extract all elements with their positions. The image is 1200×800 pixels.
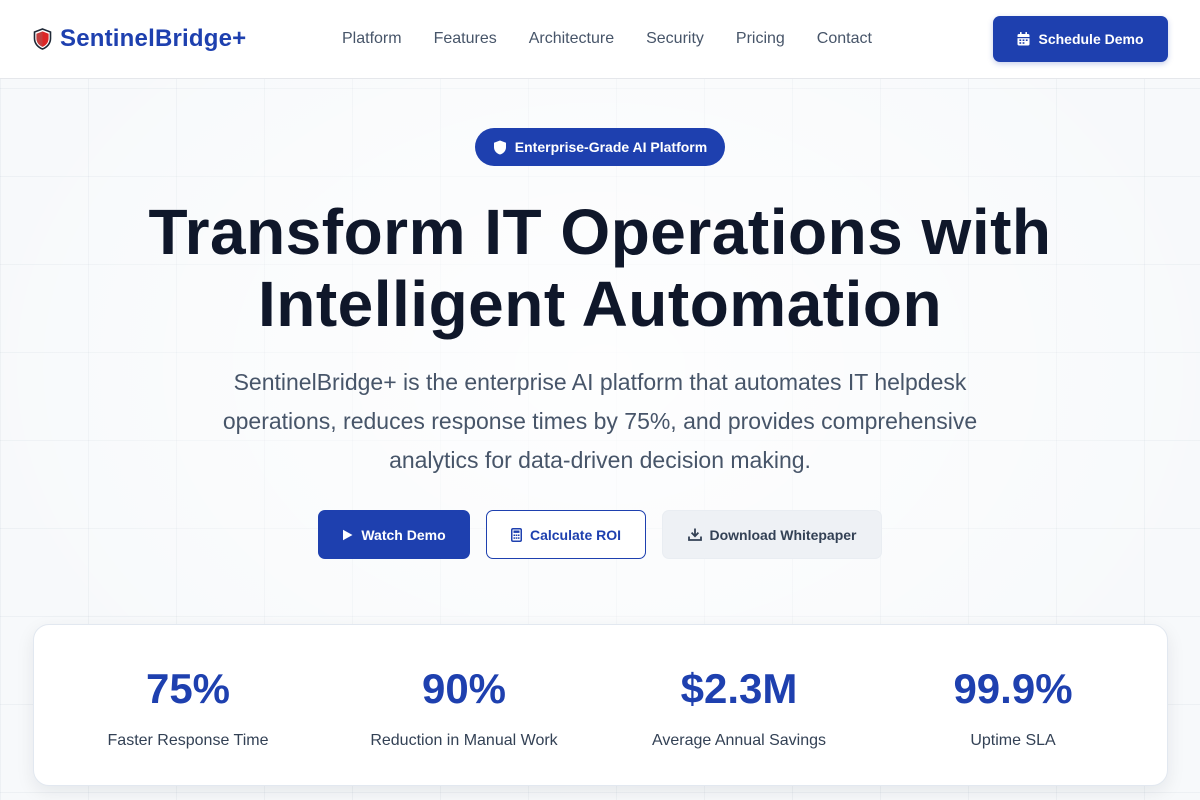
stat-value: 75% <box>145 665 231 712</box>
nav-item-contact[interactable]: Contact <box>817 28 872 50</box>
top-navigation-bar: SentinelBridge+ Platform Features Archit… <box>0 0 1200 79</box>
nav-item-features[interactable]: Features <box>434 28 497 50</box>
download-icon <box>687 528 702 541</box>
stat-label: Reduction in Manual Work <box>370 732 558 749</box>
headline-line-2: Intelligent Automation <box>257 268 943 340</box>
badge-label: Enterprise-Grade AI Platform <box>514 139 708 155</box>
schedule-demo-label: Schedule Demo <box>1038 31 1144 47</box>
shield-icon <box>33 28 52 50</box>
calculate-roi-label: Calculate ROI <box>529 526 622 543</box>
download-whitepaper-button[interactable]: Download Whitepaper <box>662 510 882 559</box>
calculator-icon <box>510 527 522 542</box>
watch-demo-label: Watch Demo <box>361 526 446 543</box>
stat-value: 99.9% <box>953 665 1073 712</box>
download-whitepaper-label: Download Whitepaper <box>709 526 857 543</box>
stat-value: $2.3M <box>680 665 798 712</box>
platform-badge: Enterprise-Grade AI Platform <box>475 128 725 166</box>
hero-actions: Watch Demo Calculate ROI Download Whitep… <box>0 510 1200 559</box>
calendar-icon <box>1017 32 1030 46</box>
stat-response-time: 75% Faster Response Time <box>50 625 326 787</box>
brand-name: SentinelBridge+ <box>60 25 247 52</box>
stat-manual-work: 90% Reduction in Manual Work <box>326 625 602 787</box>
main-nav: Platform Features Architecture Security … <box>342 28 872 50</box>
headline-line-1: Transform IT Operations with <box>148 196 1052 268</box>
brand-logo[interactable]: SentinelBridge+ <box>33 24 246 54</box>
nav-item-pricing[interactable]: Pricing <box>736 28 785 50</box>
watch-demo-button[interactable]: Watch Demo <box>318 510 470 559</box>
stat-label: Faster Response Time <box>107 732 269 749</box>
nav-item-security[interactable]: Security <box>646 28 704 50</box>
nav-item-platform[interactable]: Platform <box>342 28 402 50</box>
stats-card: 75% Faster Response Time 90% Reduction i… <box>33 624 1168 786</box>
stat-label: Uptime SLA <box>970 732 1056 749</box>
nav-item-architecture[interactable]: Architecture <box>529 28 614 50</box>
stat-uptime: 99.9% Uptime SLA <box>875 625 1151 787</box>
stat-annual-savings: $2.3M Average Annual Savings <box>601 625 877 787</box>
hero-headline: Transform IT Operations with Intelligent… <box>0 196 1200 340</box>
stat-label: Average Annual Savings <box>651 732 827 749</box>
hero-description: SentinelBridge+ is the enterprise AI pla… <box>222 369 978 473</box>
stat-value: 90% <box>421 665 507 712</box>
shield-icon <box>493 140 507 155</box>
schedule-demo-button[interactable]: Schedule Demo <box>993 16 1168 62</box>
play-icon <box>342 529 353 541</box>
calculate-roi-button[interactable]: Calculate ROI <box>486 510 646 559</box>
